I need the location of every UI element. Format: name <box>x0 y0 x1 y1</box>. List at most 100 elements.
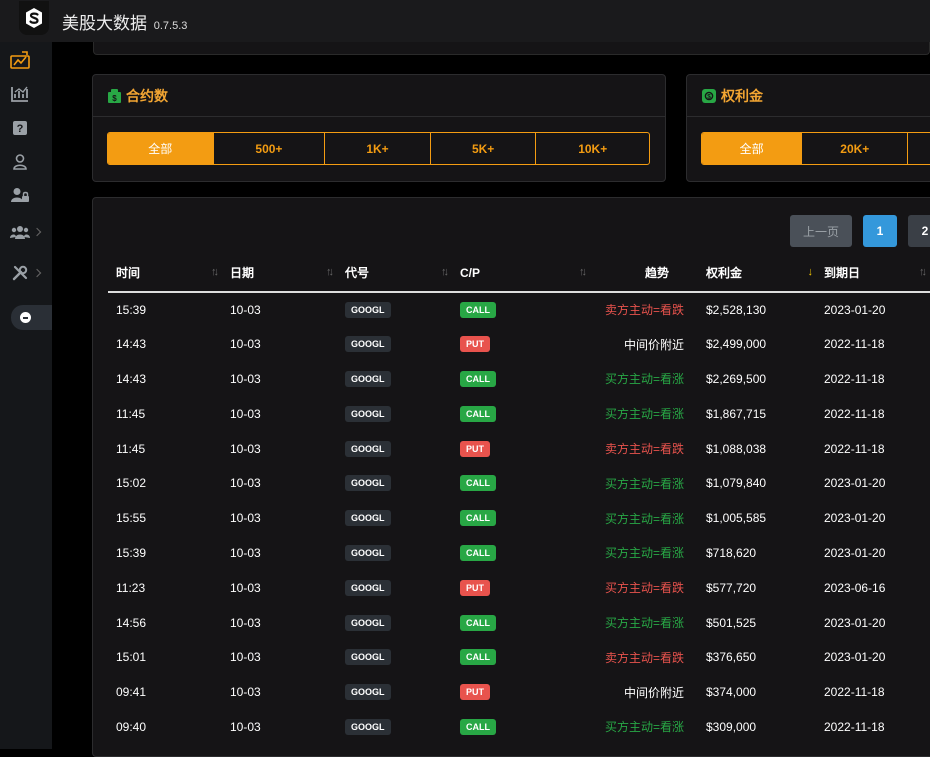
table-body: 15:39 10-03 GOOGL CALL 卖方主动=看跌 $2,528,130 2023… <box>108 292 930 744</box>
cp-badge: CALL <box>460 475 496 492</box>
table-row[interactable]: 14:43 10-03 GOOGL CALL 买方主动=看涨 $2,269,500 2022… <box>108 362 930 397</box>
column-header-date[interactable]: 日期 ↑↓ <box>222 254 337 293</box>
column-header-premium[interactable]: 权利金 ↓ <box>698 254 816 293</box>
sort-icon[interactable]: ↑↓ <box>211 266 219 278</box>
cp-badge: PUT <box>460 440 490 457</box>
card-header: $ 权利金 <box>687 75 930 117</box>
table-row[interactable]: 14:56 10-03 GOOGL CALL 买方主动=看涨 $501,525 2023-0… <box>108 605 930 640</box>
ticker-badge[interactable]: GOOGL <box>345 684 391 701</box>
sort-icon[interactable]: ↑↓ <box>441 266 449 278</box>
cp-badge: PUT <box>460 336 490 353</box>
table-row[interactable]: 15:01 10-03 GOOGL CALL 卖方主动=看跌 $376,650 2023-0… <box>108 640 930 675</box>
cell-expiry: 2022-11-18 <box>824 337 885 352</box>
app-logo-icon[interactable] <box>19 1 49 35</box>
ticker-badge[interactable]: GOOGL <box>345 336 391 353</box>
sort-icon[interactable]: ↑↓ <box>919 266 927 278</box>
premium-option-more[interactable] <box>908 133 930 164</box>
contracts-option-1k[interactable]: 1K+ <box>325 133 431 164</box>
cp-badge: PUT <box>460 684 490 701</box>
premium-segment: 全部 20K+ <box>701 132 930 165</box>
table-row[interactable]: 11:45 10-03 GOOGL PUT 卖方主动=看跌 $1,088,038 2022-… <box>108 431 930 466</box>
question-icon[interactable]: ? <box>10 118 30 138</box>
cell-trend: 卖方主动=看跌 <box>604 650 684 665</box>
app-version: 0.7.5.3 <box>153 20 188 32</box>
cell-time: 14:56 <box>116 615 147 630</box>
cell-date: 10-03 <box>230 580 261 595</box>
sort-icon[interactable]: ↑↓ <box>579 266 587 278</box>
table-row[interactable]: 14:43 10-03 GOOGL PUT 中间价附近 $2,499,000 2022-11… <box>108 327 930 362</box>
contracts-option-10k[interactable]: 10K+ <box>536 133 649 164</box>
ticker-badge[interactable]: GOOGL <box>345 718 391 735</box>
cell-trend: 买方主动=看涨 <box>604 616 684 631</box>
card-edge <box>93 42 930 55</box>
sort-icon[interactable]: ↑↓ <box>326 266 334 278</box>
svg-text:$: $ <box>707 93 711 100</box>
contracts-option-all[interactable]: 全部 <box>108 133 214 164</box>
cell-time: 14:43 <box>116 337 147 352</box>
cell-cp: PUT <box>452 327 590 362</box>
tools-icon[interactable] <box>10 263 30 283</box>
table-row[interactable]: 11:45 10-03 GOOGL CALL 买方主动=看涨 $1,867,715 2022… <box>108 396 930 431</box>
cell-premium: $1,005,585 <box>706 511 767 526</box>
cell-expiry: 2023-01-20 <box>824 650 886 665</box>
cell-expiry: 2023-01-20 <box>824 302 886 317</box>
prev-page-button[interactable]: 上一页 <box>790 215 852 247</box>
column-header-time[interactable]: 时间 ↑↓ <box>108 254 222 293</box>
ticker-badge[interactable]: GOOGL <box>345 614 391 631</box>
cell-ticker: GOOGL <box>337 710 452 745</box>
premium-option-20k[interactable]: 20K+ <box>802 133 909 164</box>
top-bar: 美股大数据 0.7.5.3 <box>0 0 930 42</box>
users-icon[interactable] <box>10 222 30 242</box>
cell-premium: $2,528,130 <box>706 302 767 317</box>
ticker-badge[interactable]: GOOGL <box>345 370 391 387</box>
ticker-badge[interactable]: GOOGL <box>345 649 391 666</box>
ticker-badge[interactable]: GOOGL <box>345 579 391 596</box>
cell-expiry: 2023-06-16 <box>824 580 886 595</box>
table-row[interactable]: 15:39 10-03 GOOGL CALL 买方主动=看涨 $718,620 2023-0… <box>108 536 930 571</box>
line-chart-icon[interactable] <box>10 84 30 104</box>
ticker-badge[interactable]: GOOGL <box>345 405 391 422</box>
chart-flow-icon[interactable] <box>10 50 30 70</box>
ticker-badge[interactable]: GOOGL <box>345 440 391 457</box>
table-row[interactable]: 15:39 10-03 GOOGL CALL 卖方主动=看跌 $2,528,130 2023… <box>108 292 930 327</box>
cell-cp: CALL <box>452 536 590 571</box>
premium-option-all[interactable]: 全部 <box>702 133 803 164</box>
ticker-badge[interactable]: GOOGL <box>345 475 391 492</box>
table-row[interactable]: 11:23 10-03 GOOGL PUT 买方主动=看跌 $577,720 2023-06… <box>108 570 930 605</box>
cell-ticker: GOOGL <box>337 640 452 675</box>
money-bill-icon: $ <box>702 88 716 103</box>
column-header-ticker[interactable]: 代号 ↑↓ <box>337 254 452 293</box>
table-row[interactable]: 15:02 10-03 GOOGL CALL 买方主动=看涨 $1,079,840 2023… <box>108 466 930 501</box>
options-flow-table-card: 上一页 1 2 时间 ↑↓ 日期 ↑↓ 代号 ↑↓ C/P ↑↓ 趋势 权利金 ↓ 到期日… <box>92 197 930 757</box>
table-row[interactable]: 09:40 10-03 GOOGL CALL 买方主动=看涨 $309,000 2022-1… <box>108 710 930 745</box>
chevron-right-icon[interactable] <box>32 227 42 237</box>
main-content: $ 合约数 全部 500+ 1K+ 5K+ 10K+ $ 权利金 全部 20K+… <box>52 42 930 757</box>
user-lock-icon[interactable] <box>10 185 30 205</box>
cell-date: 10-03 <box>230 615 261 630</box>
ticker-badge[interactable]: GOOGL <box>345 510 391 527</box>
contracts-option-500[interactable]: 500+ <box>214 133 326 164</box>
column-header-cp[interactable]: C/P ↑↓ <box>452 254 590 293</box>
options-flow-table: 时间 ↑↓ 日期 ↑↓ 代号 ↑↓ C/P ↑↓ 趋势 权利金 ↓ 到期日 ↑↓ 15:39… <box>108 254 930 744</box>
chevron-right-icon[interactable] <box>32 268 42 278</box>
cell-premium: $376,650 <box>706 650 757 665</box>
cell-cp: CALL <box>452 466 590 501</box>
table-header-row: 时间 ↑↓ 日期 ↑↓ 代号 ↑↓ C/P ↑↓ 趋势 权利金 ↓ 到期日 ↑↓ <box>108 254 930 293</box>
user-icon[interactable] <box>10 152 30 172</box>
cell-time: 09:41 <box>116 685 147 700</box>
cell-expiry: 2023-01-20 <box>824 545 886 560</box>
ticker-badge[interactable]: GOOGL <box>345 544 391 561</box>
table-row[interactable]: 15:55 10-03 GOOGL CALL 买方主动=看涨 $1,005,585 2023… <box>108 501 930 536</box>
ticker-badge[interactable]: GOOGL <box>345 301 391 318</box>
table-row[interactable]: 09:41 10-03 GOOGL PUT 中间价附近 $374,000 2022-11-1… <box>108 675 930 710</box>
pagination: 上一页 1 2 <box>790 215 930 247</box>
cell-ticker: GOOGL <box>337 570 452 605</box>
sort-desc-icon[interactable]: ↓ <box>808 266 813 278</box>
column-header-expiry[interactable]: 到期日 ↑↓ <box>816 254 930 293</box>
page-button-1[interactable]: 1 <box>863 215 897 247</box>
cp-badge: CALL <box>460 649 496 666</box>
cell-ticker: GOOGL <box>337 292 452 327</box>
theme-toggle[interactable] <box>11 305 52 330</box>
page-button-2[interactable]: 2 <box>908 215 930 247</box>
contracts-option-5k[interactable]: 5K+ <box>431 133 537 164</box>
